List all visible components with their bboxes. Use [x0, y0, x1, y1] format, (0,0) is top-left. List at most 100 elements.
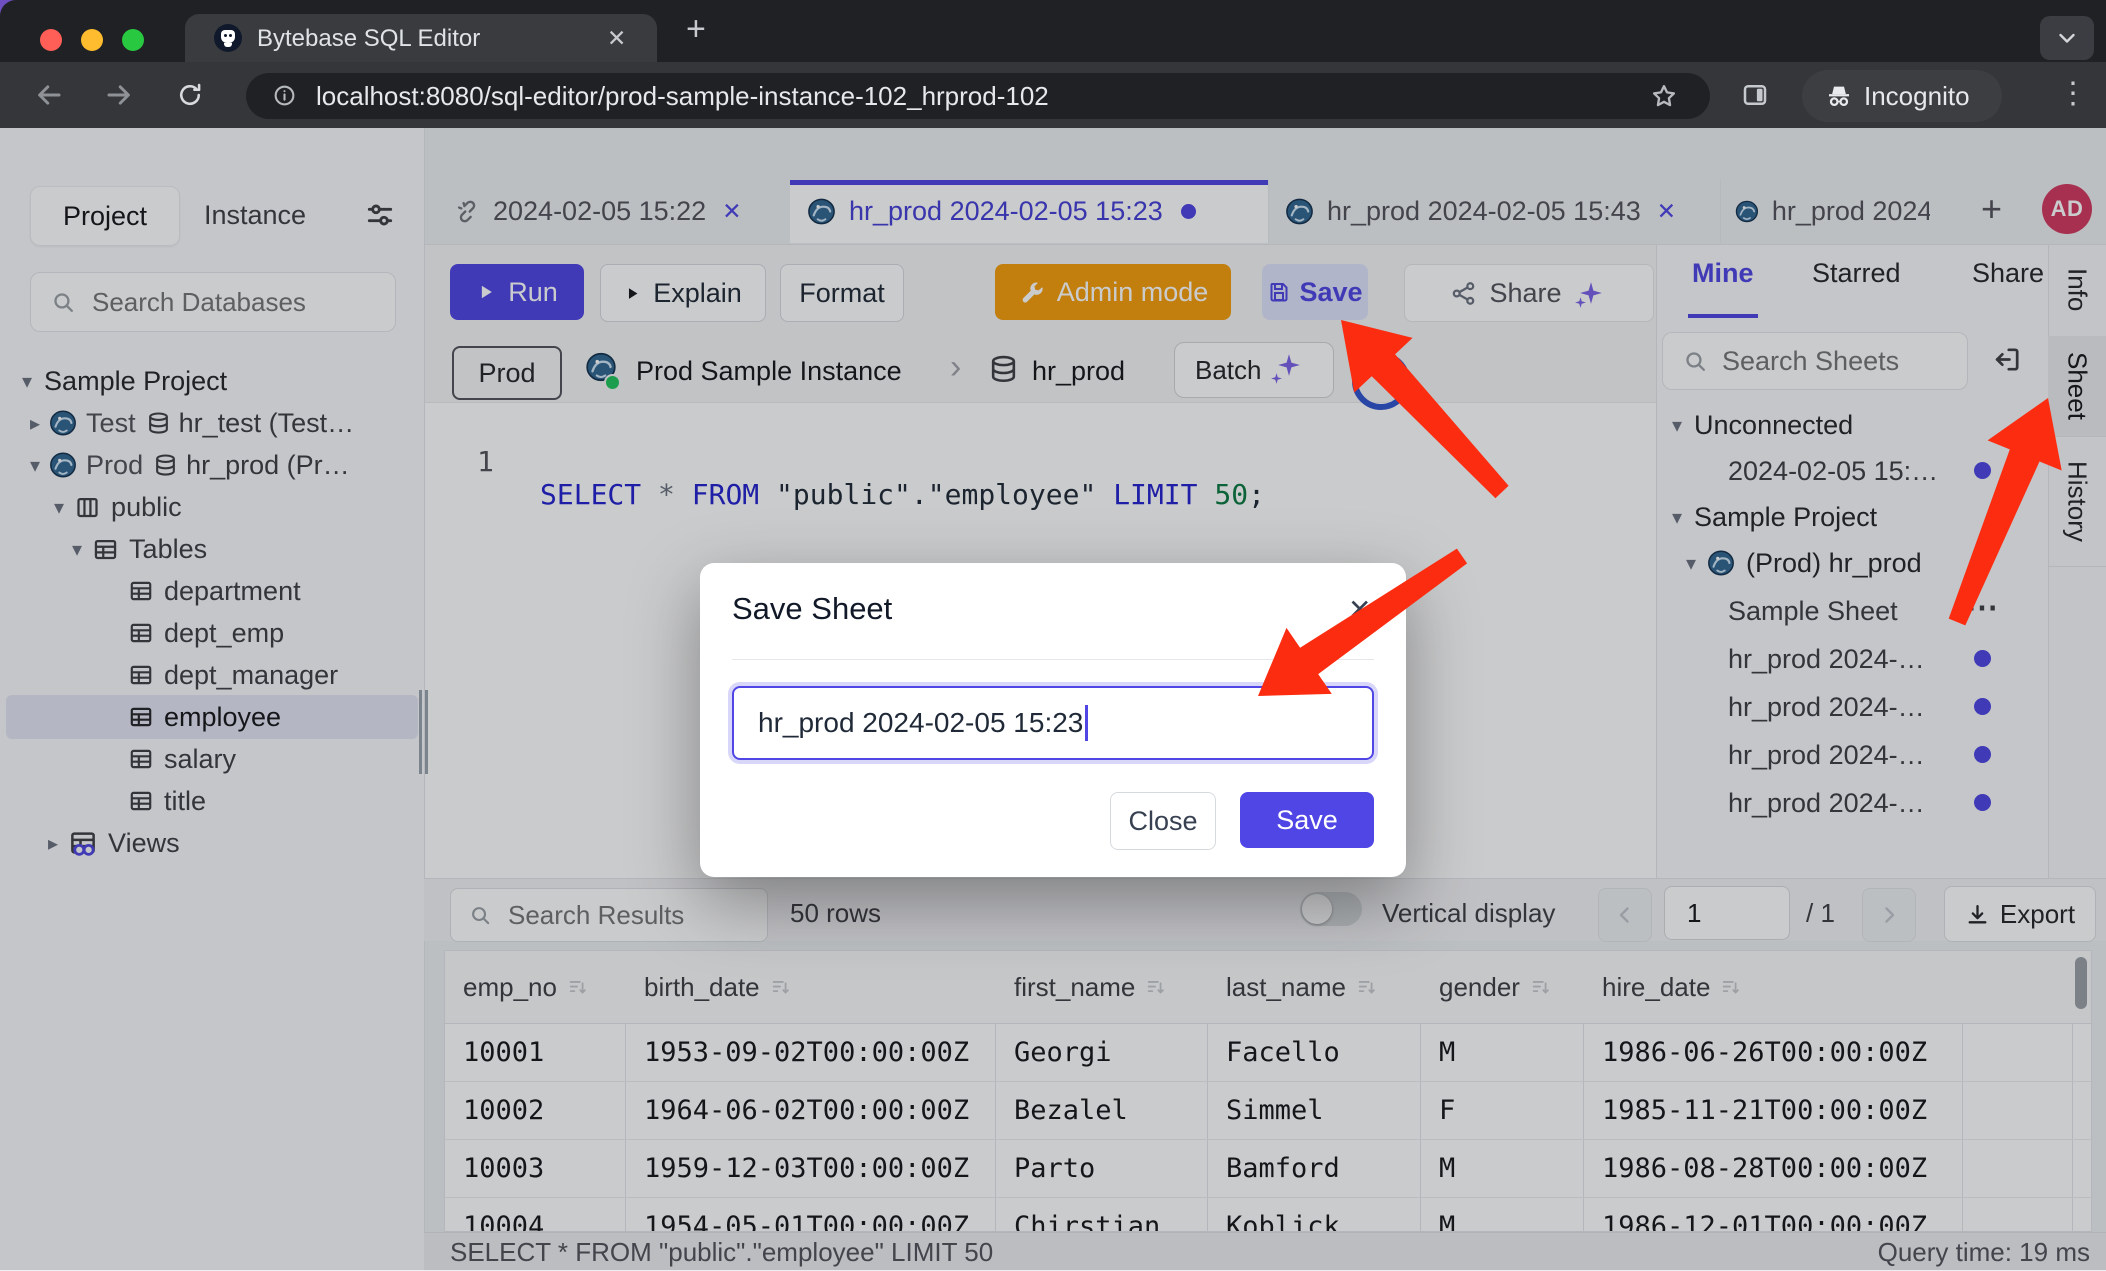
- tree-table-item[interactable]: dept_manager: [128, 654, 338, 696]
- editor-tab-1[interactable]: 2024-02-05 15:22 ✕: [440, 180, 791, 243]
- table-cell[interactable]: 1954-05-01T00:00:00Z: [626, 1197, 1013, 1232]
- column-header[interactable]: emp_no: [445, 951, 643, 1023]
- site-info-icon[interactable]: [272, 83, 297, 108]
- tab-search-button[interactable]: [2040, 16, 2094, 60]
- page-number-input[interactable]: [1664, 886, 1790, 940]
- caret-right-icon[interactable]: ▸: [48, 833, 58, 853]
- admin-mode-button[interactable]: Admin mode: [995, 264, 1231, 320]
- sheet-item[interactable]: 2024-02-05 15:…: [1728, 450, 1978, 492]
- editor-tab-4[interactable]: hr_prod 2024-0: [1720, 180, 1930, 243]
- caret-right-icon[interactable]: ▸: [30, 413, 40, 433]
- tree-settings-icon[interactable]: [364, 200, 396, 232]
- sidebar-resize-handle[interactable]: [425, 690, 428, 774]
- table-cell[interactable]: 1964-06-02T00:00:00Z: [626, 1081, 1013, 1139]
- side-tab-history[interactable]: History: [2048, 436, 2106, 567]
- table-cell[interactable]: Chirstian: [996, 1197, 1225, 1232]
- run-button[interactable]: Run: [450, 264, 584, 320]
- bookmark-star-icon[interactable]: [1650, 82, 1678, 110]
- sidebar-resize-handle[interactable]: [419, 690, 422, 774]
- sort-icon[interactable]: [1530, 976, 1552, 998]
- modal-save-button[interactable]: Save: [1240, 792, 1374, 848]
- tree-node-schema[interactable]: ▾ public: [54, 486, 182, 528]
- forward-icon[interactable]: [104, 80, 134, 110]
- url-text[interactable]: localhost:8080/sql-editor/prod-sample-in…: [316, 81, 1616, 112]
- tree-node-views[interactable]: ▸ Views: [48, 822, 180, 864]
- table-cell[interactable]: 1986-06-26T00:00:00Z: [1584, 1023, 1980, 1081]
- sheet-item[interactable]: hr_prod 2024-…: [1728, 638, 1978, 680]
- caret-down-icon[interactable]: ▾: [1672, 507, 1682, 527]
- export-button[interactable]: Export: [1944, 886, 2096, 942]
- column-header[interactable]: first_name: [996, 951, 1225, 1023]
- table-cell[interactable]: 1986-12-01T00:00:00Z: [1584, 1197, 1980, 1232]
- editor-tab-2-active[interactable]: hr_prod 2024-02-05 15:23: [790, 180, 1269, 243]
- database-search-input[interactable]: [90, 286, 374, 319]
- window-minimize-button[interactable]: [81, 29, 103, 51]
- table-cell[interactable]: M: [1421, 1197, 1601, 1232]
- sidebar-tab-instance[interactable]: Instance: [204, 200, 306, 231]
- sheet-item[interactable]: hr_prod 2024-…: [1728, 686, 1978, 728]
- collapse-panel-icon[interactable]: [1992, 344, 2023, 375]
- table-row[interactable]: 10003 1959-12-03T00:00:00Z Parto Bamford…: [445, 1139, 2091, 1198]
- window-zoom-button[interactable]: [122, 29, 144, 51]
- table-cell[interactable]: M: [1421, 1023, 1601, 1081]
- table-row[interactable]: 10002 1964-06-02T00:00:00Z Bezalel Simme…: [445, 1081, 2091, 1140]
- sheet-name-input[interactable]: hr_prod 2024-02-05 15:23: [732, 686, 1374, 760]
- table-cell[interactable]: Bamford: [1208, 1139, 1438, 1197]
- modal-close-button[interactable]: Close: [1110, 792, 1216, 850]
- sort-icon[interactable]: [567, 976, 589, 998]
- caret-down-icon[interactable]: ▾: [30, 455, 40, 475]
- sidebar-tab-project[interactable]: Project: [30, 186, 180, 246]
- side-tab-info[interactable]: Info: [2048, 244, 2106, 337]
- caret-down-icon[interactable]: ▾: [1686, 553, 1696, 573]
- column-header[interactable]: hire_date: [1584, 951, 1980, 1023]
- column-header[interactable]: last_name: [1208, 951, 1438, 1023]
- table-cell[interactable]: Georgi: [996, 1023, 1225, 1081]
- table-cell[interactable]: 10004: [445, 1197, 643, 1232]
- tab-close-icon[interactable]: ✕: [607, 25, 626, 52]
- explain-button[interactable]: Explain: [600, 264, 766, 322]
- column-header[interactable]: birth_date: [626, 951, 1013, 1023]
- batch-button[interactable]: Batch: [1174, 342, 1334, 398]
- save-button[interactable]: Save: [1262, 264, 1368, 320]
- side-panel-icon[interactable]: [1740, 80, 1770, 110]
- sort-icon[interactable]: [770, 976, 792, 998]
- side-tab-sheet[interactable]: Sheet: [2048, 336, 2106, 437]
- new-tab-button[interactable]: +: [686, 10, 706, 49]
- sheets-group-unconnected[interactable]: ▾ Unconnected: [1672, 404, 1853, 446]
- table-cell[interactable]: Facello: [1208, 1023, 1438, 1081]
- breadcrumb-instance[interactable]: Prod Sample Instance: [636, 356, 902, 387]
- sheets-tab-mine[interactable]: Mine: [1692, 258, 1754, 289]
- table-cell[interactable]: 1953-09-02T00:00:00Z: [626, 1023, 1013, 1081]
- sort-icon[interactable]: [1356, 976, 1378, 998]
- breadcrumb-database[interactable]: hr_prod: [1032, 356, 1125, 387]
- url-bar[interactable]: localhost:8080/sql-editor/prod-sample-in…: [246, 73, 1710, 119]
- tree-table-item[interactable]: title: [128, 780, 206, 822]
- caret-down-icon[interactable]: ▾: [1672, 415, 1682, 435]
- table-cell[interactable]: F: [1421, 1081, 1601, 1139]
- table-cell[interactable]: Simmel: [1208, 1081, 1438, 1139]
- caret-down-icon[interactable]: ▾: [72, 539, 82, 559]
- sheets-search-box[interactable]: [1662, 332, 1968, 390]
- sheets-tab-starred[interactable]: Starred: [1812, 258, 1901, 289]
- prev-page-button[interactable]: [1598, 888, 1652, 942]
- modal-close-icon[interactable]: ✕: [1348, 593, 1371, 626]
- sheet-more-icon[interactable]: ⋯: [1966, 588, 1998, 626]
- tree-table-item-selected[interactable]: employee: [128, 696, 281, 738]
- results-search-box[interactable]: [450, 888, 768, 942]
- table-cell[interactable]: Koblick: [1208, 1197, 1438, 1232]
- sheet-item[interactable]: hr_prod 2024-…: [1728, 734, 1978, 776]
- editor-tab-3[interactable]: hr_prod 2024-02-05 15:43 ✕: [1268, 180, 1721, 243]
- share-button[interactable]: Share: [1404, 264, 1654, 322]
- reload-icon[interactable]: [176, 81, 204, 109]
- tab-close-icon[interactable]: ✕: [1657, 198, 1676, 225]
- sort-icon[interactable]: [1720, 976, 1742, 998]
- column-header[interactable]: gender: [1421, 951, 1601, 1023]
- add-tab-button[interactable]: +: [1981, 188, 2002, 230]
- format-button[interactable]: Format: [780, 264, 904, 322]
- browser-menu-icon[interactable]: ⋮: [2058, 76, 2088, 111]
- table-row[interactable]: 10001 1953-09-02T00:00:00Z Georgi Facell…: [445, 1023, 2091, 1082]
- sheets-search-input[interactable]: [1720, 345, 1919, 378]
- sheets-tab-share[interactable]: Share: [1972, 258, 2044, 289]
- tree-node-test-db[interactable]: ▸ Test hr_test (Test…: [30, 402, 420, 444]
- tree-node-tables[interactable]: ▾ Tables: [72, 528, 207, 570]
